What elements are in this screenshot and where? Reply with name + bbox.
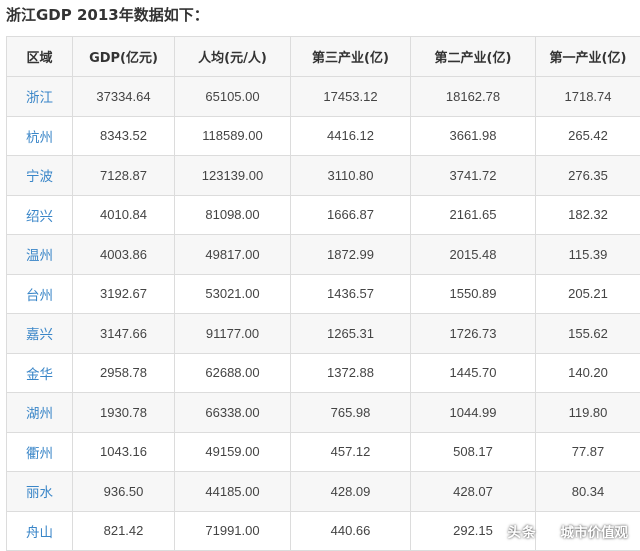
per-capita-cell: 49159.00 <box>174 431 291 472</box>
region-link[interactable]: 宁波 <box>6 155 73 196</box>
secondary-cell: 3741.72 <box>410 155 536 196</box>
region-link[interactable]: 温州 <box>6 234 73 275</box>
gdp-cell: 936.50 <box>72 471 175 512</box>
tertiary-cell: 1265.31 <box>290 313 411 354</box>
primary-cell: 265.42 <box>535 115 640 156</box>
gdp-cell: 1043.16 <box>72 431 175 472</box>
per-capita-cell: 66338.00 <box>174 392 291 433</box>
gdp-cell: 4003.86 <box>72 234 175 275</box>
primary-cell: 80.34 <box>535 471 640 512</box>
region-link[interactable]: 舟山 <box>6 510 73 551</box>
secondary-cell: 1726.73 <box>410 313 536 354</box>
primary-cell: 155.62 <box>535 313 640 354</box>
watermark: 头条 城市价值观 <box>507 521 629 541</box>
tertiary-cell: 440.66 <box>290 510 411 551</box>
header-row: 区域 GDP(亿元) 人均(元/人) 第三产业(亿) 第二产业(亿) 第一产业(… <box>6 36 640 77</box>
table-row: 衢州 1043.16 49159.00 457.12 508.17 77.87 <box>6 431 640 472</box>
tertiary-cell: 1666.87 <box>290 194 411 235</box>
table-body: 浙江 37334.64 65105.00 17453.12 18162.78 1… <box>6 76 640 551</box>
gdp-table-container: 区域 GDP(亿元) 人均(元/人) 第三产业(亿) 第二产业(亿) 第一产业(… <box>6 36 640 551</box>
tertiary-cell: 17453.12 <box>290 76 411 117</box>
region-link[interactable]: 台州 <box>6 273 73 314</box>
per-capita-cell: 81098.00 <box>174 194 291 235</box>
header-primary: 第一产业(亿) <box>535 36 640 77</box>
region-link[interactable]: 湖州 <box>6 392 73 433</box>
secondary-cell: 3661.98 <box>410 115 536 156</box>
tertiary-cell: 1372.88 <box>290 352 411 393</box>
secondary-cell: 18162.78 <box>410 76 536 117</box>
at-sign-icon <box>540 523 557 539</box>
per-capita-cell: 53021.00 <box>174 273 291 314</box>
primary-cell: 182.32 <box>535 194 640 235</box>
secondary-cell: 2015.48 <box>410 234 536 275</box>
gdp-cell: 3192.67 <box>72 273 175 314</box>
primary-cell: 140.20 <box>535 352 640 393</box>
primary-cell: 115.39 <box>535 234 640 275</box>
table-row: 湖州 1930.78 66338.00 765.98 1044.99 119.8… <box>6 392 640 433</box>
per-capita-cell: 65105.00 <box>174 76 291 117</box>
table-row: 温州 4003.86 49817.00 1872.99 2015.48 115.… <box>6 234 640 275</box>
table-row: 杭州 8343.52 118589.00 4416.12 3661.98 265… <box>6 115 640 156</box>
gdp-cell: 8343.52 <box>72 115 175 156</box>
secondary-cell: 428.07 <box>410 471 536 512</box>
region-link[interactable]: 衢州 <box>6 431 73 472</box>
header-secondary: 第二产业(亿) <box>410 36 536 77</box>
gdp-cell: 7128.87 <box>72 155 175 196</box>
table-header: 区域 GDP(亿元) 人均(元/人) 第三产业(亿) 第二产业(亿) 第一产业(… <box>6 36 640 77</box>
primary-cell: 276.35 <box>535 155 640 196</box>
per-capita-cell: 62688.00 <box>174 352 291 393</box>
per-capita-cell: 49817.00 <box>174 234 291 275</box>
table-row: 丽水 936.50 44185.00 428.09 428.07 80.34 <box>6 471 640 512</box>
watermark-author: 城市价值观 <box>560 525 629 541</box>
tertiary-cell: 1872.99 <box>290 234 411 275</box>
table-row: 嘉兴 3147.66 91177.00 1265.31 1726.73 155.… <box>6 313 640 354</box>
secondary-cell: 1550.89 <box>410 273 536 314</box>
table-row: 金华 2958.78 62688.00 1372.88 1445.70 140.… <box>6 352 640 393</box>
table-row: 浙江 37334.64 65105.00 17453.12 18162.78 1… <box>6 76 640 117</box>
gdp-cell: 1930.78 <box>72 392 175 433</box>
primary-cell: 1718.74 <box>535 76 640 117</box>
gdp-cell: 2958.78 <box>72 352 175 393</box>
gdp-table: 区域 GDP(亿元) 人均(元/人) 第三产业(亿) 第二产业(亿) 第一产业(… <box>6 36 640 551</box>
table-row: 台州 3192.67 53021.00 1436.57 1550.89 205.… <box>6 273 640 314</box>
header-tertiary: 第三产业(亿) <box>290 36 411 77</box>
header-gdp: GDP(亿元) <box>72 36 175 77</box>
gdp-cell: 37334.64 <box>72 76 175 117</box>
per-capita-cell: 71991.00 <box>174 510 291 551</box>
tertiary-cell: 1436.57 <box>290 273 411 314</box>
per-capita-cell: 123139.00 <box>174 155 291 196</box>
table-row: 绍兴 4010.84 81098.00 1666.87 2161.65 182.… <box>6 194 640 235</box>
primary-cell: 119.80 <box>535 392 640 433</box>
gdp-cell: 821.42 <box>72 510 175 551</box>
table-row: 宁波 7128.87 123139.00 3110.80 3741.72 276… <box>6 155 640 196</box>
region-link[interactable]: 杭州 <box>6 115 73 156</box>
per-capita-cell: 44185.00 <box>174 471 291 512</box>
page: 浙江GDP 2013年数据如下： 区域 GDP(亿元) 人均(元/人) 第三产业… <box>0 0 640 551</box>
watermark-platform: 头条 <box>507 525 537 541</box>
secondary-cell: 1044.99 <box>410 392 536 433</box>
region-link[interactable]: 金华 <box>6 352 73 393</box>
primary-cell: 205.21 <box>535 273 640 314</box>
secondary-cell: 1445.70 <box>410 352 536 393</box>
region-link[interactable]: 丽水 <box>6 471 73 512</box>
tertiary-cell: 3110.80 <box>290 155 411 196</box>
tertiary-cell: 457.12 <box>290 431 411 472</box>
tertiary-cell: 4416.12 <box>290 115 411 156</box>
per-capita-cell: 118589.00 <box>174 115 291 156</box>
page-title: 浙江GDP 2013年数据如下： <box>6 6 209 24</box>
secondary-cell: 508.17 <box>410 431 536 472</box>
gdp-cell: 3147.66 <box>72 313 175 354</box>
tertiary-cell: 765.98 <box>290 392 411 433</box>
primary-cell: 77.87 <box>535 431 640 472</box>
region-link[interactable]: 绍兴 <box>6 194 73 235</box>
secondary-cell: 2161.65 <box>410 194 536 235</box>
tertiary-cell: 428.09 <box>290 471 411 512</box>
per-capita-cell: 91177.00 <box>174 313 291 354</box>
gdp-cell: 4010.84 <box>72 194 175 235</box>
region-link[interactable]: 嘉兴 <box>6 313 73 354</box>
header-region: 区域 <box>6 36 73 77</box>
header-per-capita: 人均(元/人) <box>174 36 291 77</box>
region-link[interactable]: 浙江 <box>6 76 73 117</box>
